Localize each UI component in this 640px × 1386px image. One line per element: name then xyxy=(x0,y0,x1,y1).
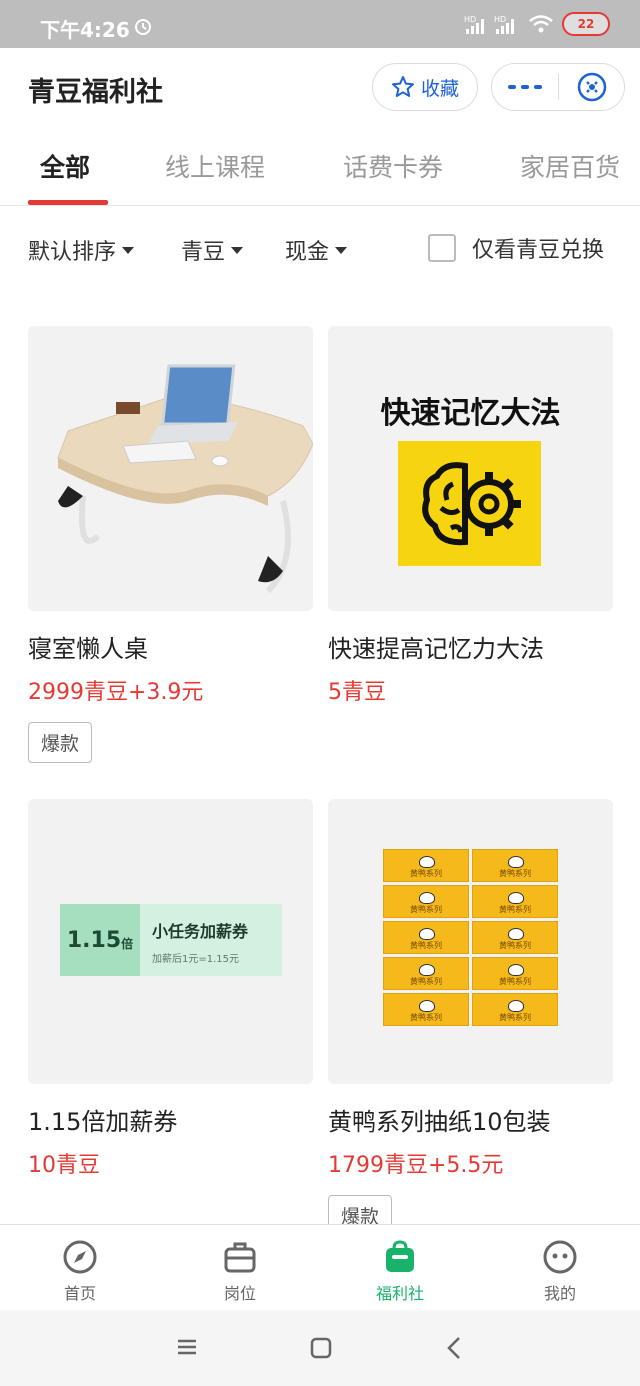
tissue-pack: 黄鸭系列 xyxy=(383,921,469,954)
cash-filter[interactable]: 现金 xyxy=(285,234,348,266)
product-card[interactable]: 寝室懒人桌 2999青豆+3.9元 爆款 xyxy=(28,326,313,763)
tissue-pack: 黄鸭系列 xyxy=(472,885,558,918)
tab-all[interactable]: 全部 xyxy=(40,148,90,184)
hot-badge: 爆款 xyxy=(28,722,93,763)
close-circle-icon xyxy=(577,72,606,102)
raise-coupon-graphic: 1.15 倍 小任务加薪券 加薪后1元=1.15元 xyxy=(60,904,282,976)
tissue-pack: 黄鸭系列 xyxy=(472,849,558,882)
nav-home-label: 首页 xyxy=(63,1284,96,1303)
nav-mine-label: 我的 xyxy=(543,1284,576,1303)
lap-desk-illustration xyxy=(57,364,313,594)
nav-home[interactable]: 首页 xyxy=(30,1239,130,1304)
tissue-pack: 黄鸭系列 xyxy=(383,957,469,990)
title-bar: 青豆福利社 收藏 xyxy=(0,48,640,130)
filter-bar: 默认排序 青豆 现金 仅看青豆兑换 xyxy=(0,220,640,276)
product-card[interactable]: 1.15 倍 小任务加薪券 加薪后1元=1.15元 1.15倍加薪券 10青豆 xyxy=(28,799,313,1179)
caret-down-icon xyxy=(335,246,348,254)
coupon-name: 小任务加薪券 xyxy=(152,922,249,941)
brain-gear-tile xyxy=(398,441,541,566)
product-image-lap-desk xyxy=(28,326,313,611)
product-title: 寝室懒人桌 xyxy=(28,635,148,663)
menu-icon[interactable] xyxy=(176,1338,198,1356)
nav-jobs-label: 岗位 xyxy=(223,1284,256,1303)
product-image-raise-coupon: 1.15 倍 小任务加薪券 加薪后1元=1.15元 xyxy=(28,799,313,1084)
more-button[interactable] xyxy=(492,64,558,110)
coupon-unit: 倍 xyxy=(121,936,134,951)
sort-filter[interactable]: 默认排序 xyxy=(28,234,135,266)
signal-icon: HD HD xyxy=(464,15,514,34)
tissue-pack: 黄鸭系列 xyxy=(383,849,469,882)
svg-text:HD: HD xyxy=(464,15,476,24)
tissue-pack: 黄鸭系列 xyxy=(383,885,469,918)
only-beans-checkbox[interactable] xyxy=(428,234,456,262)
nav-welfare[interactable]: 福利社 xyxy=(350,1239,450,1304)
gift-bag-icon xyxy=(386,1240,414,1272)
back-icon[interactable] xyxy=(446,1336,462,1360)
tissue-stack: 黄鸭系列 黄鸭系列 黄鸭系列 黄鸭系列 黄鸭系列 黄鸭系列 黄鸭系列 黄鸭系列 … xyxy=(383,849,558,1026)
cash-filter-label: 现金 xyxy=(285,240,330,265)
home-square-icon[interactable] xyxy=(310,1337,332,1359)
compass-icon xyxy=(63,1240,97,1274)
svg-text:HD: HD xyxy=(494,15,506,24)
close-mini-program-button[interactable] xyxy=(559,64,624,110)
briefcase-icon xyxy=(224,1242,256,1273)
category-tabs: 全部 线上课程 话费卡券 家居百货 xyxy=(0,130,640,206)
tissue-pack: 黄鸭系列 xyxy=(383,993,469,1026)
caret-down-icon xyxy=(122,246,135,254)
favorite-button[interactable]: 收藏 xyxy=(372,63,478,111)
beans-filter[interactable]: 青豆 xyxy=(181,234,244,266)
product-price: 2999青豆+3.9元 xyxy=(28,680,204,705)
product-image-tissue-pack: 黄鸭系列 黄鸭系列 黄鸭系列 黄鸭系列 黄鸭系列 黄鸭系列 黄鸭系列 黄鸭系列 … xyxy=(328,799,613,1084)
battery-indicator: 22 xyxy=(562,12,610,36)
status-bar: 下午4:26 HD HD 22 xyxy=(0,0,640,48)
product-card[interactable]: 黄鸭系列 黄鸭系列 黄鸭系列 黄鸭系列 黄鸭系列 黄鸭系列 黄鸭系列 黄鸭系列 … xyxy=(328,799,613,1236)
wifi-icon xyxy=(529,15,553,33)
bottom-nav: 首页 岗位 福利社 我的 xyxy=(0,1224,640,1310)
tab-online-courses[interactable]: 线上课程 xyxy=(165,148,265,184)
caret-down-icon xyxy=(231,246,244,254)
tab-home-goods[interactable]: 家居百货 xyxy=(520,148,620,184)
favorite-label: 收藏 xyxy=(420,77,459,100)
product-price: 1799青豆+5.5元 xyxy=(328,1153,504,1178)
coupon-note: 加薪后1元=1.15元 xyxy=(152,954,240,965)
page-title: 青豆福利社 xyxy=(28,77,163,108)
tab-phone-vouchers[interactable]: 话费卡券 xyxy=(343,148,443,184)
nav-mine[interactable]: 我的 xyxy=(510,1239,610,1304)
memory-course-image-title: 快速记忆大法 xyxy=(380,396,561,431)
mini-program-capsule xyxy=(491,63,625,111)
only-beans-toggle[interactable]: 仅看青豆兑换 xyxy=(428,232,604,264)
product-price: 10青豆 xyxy=(28,1153,100,1178)
system-nav-bar xyxy=(0,1310,640,1386)
product-title: 快速提高记忆力大法 xyxy=(328,635,544,663)
product-card[interactable]: 快速记忆大法 快速提高记忆力大法 5青豆 xyxy=(328,326,613,706)
nav-welfare-label: 福利社 xyxy=(375,1284,424,1303)
beans-filter-label: 青豆 xyxy=(181,240,226,265)
tissue-pack: 黄鸭系列 xyxy=(472,957,558,990)
product-image-memory-course: 快速记忆大法 xyxy=(328,326,613,611)
status-time: 下午4:26 xyxy=(40,18,130,42)
status-icons: HD HD 22 xyxy=(464,12,610,36)
more-icon xyxy=(508,85,542,89)
product-price: 5青豆 xyxy=(328,680,386,705)
coupon-value: 1.15 xyxy=(66,927,122,953)
brain-gear-icon xyxy=(421,461,521,545)
alarm-icon xyxy=(135,19,151,35)
sort-filter-label: 默认排序 xyxy=(28,240,117,265)
only-beans-label: 仅看青豆兑换 xyxy=(472,238,605,263)
active-tab-indicator xyxy=(28,200,108,205)
tissue-pack: 黄鸭系列 xyxy=(472,921,558,954)
tissue-pack: 黄鸭系列 xyxy=(472,993,558,1026)
product-title: 黄鸭系列抽纸10包装 xyxy=(328,1108,551,1136)
star-icon xyxy=(391,76,414,97)
nav-jobs[interactable]: 岗位 xyxy=(190,1239,290,1304)
face-icon xyxy=(543,1240,577,1274)
product-title: 1.15倍加薪券 xyxy=(28,1108,178,1136)
